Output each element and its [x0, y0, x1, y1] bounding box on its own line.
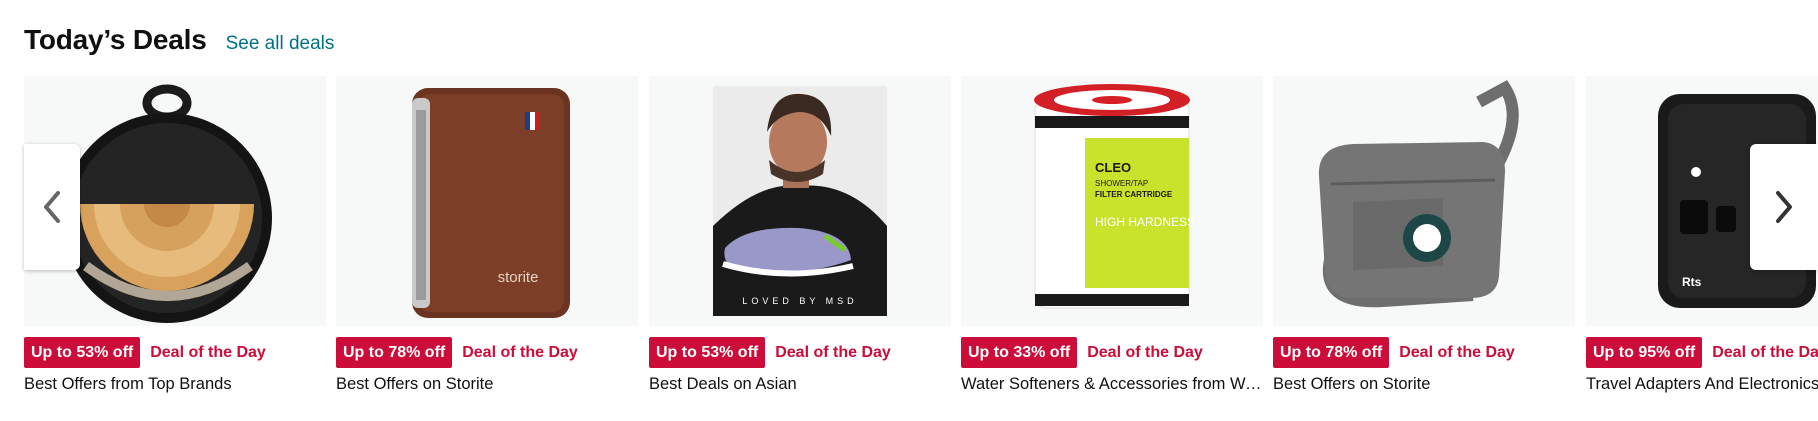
discount-badge: Up to 78% off [1273, 337, 1390, 368]
deal-badges: Up to 53% off Deal of the Day [24, 337, 266, 368]
deal-badges: Up to 33% off Deal of the Day [961, 337, 1203, 368]
filter-label-line: HIGH HARDNESS [1095, 215, 1195, 229]
filter-label-line: SHOWER/TAP [1095, 179, 1148, 188]
adapter-brand-text: Rts [1682, 275, 1702, 289]
discount-badge: Up to 95% off [1586, 337, 1703, 368]
deal-title[interactable]: Best Offers on Storite [1273, 375, 1575, 394]
deal-badges: Up to 78% off Deal of the Day [336, 337, 578, 368]
deal-image-wallet[interactable]: storite [336, 76, 638, 326]
discount-badge: Up to 78% off [336, 337, 453, 368]
deal-of-day-label: Deal of the Day [1712, 343, 1818, 361]
chevron-left-icon [44, 191, 60, 223]
deal-image-shoe-promo[interactable]: LOVED BY MSD [649, 76, 951, 326]
section-header: Today’s Deals See all deals [24, 24, 334, 64]
deal-card[interactable]: LOVED BY MSD Up to 53% off Deal of the D… [649, 76, 951, 393]
section-title: Today’s Deals [24, 24, 207, 55]
deal-card[interactable]: Up to 78% off Deal of the Day Best Offer… [1273, 76, 1575, 393]
deal-badges: Up to 78% off Deal of the Day [1273, 337, 1515, 368]
discount-badge: Up to 33% off [961, 337, 1078, 368]
deal-of-day-label: Deal of the Day [1399, 343, 1515, 361]
deal-title[interactable]: Water Softeners & Accessories from Water… [961, 375, 1263, 394]
deal-badges: Up to 53% off Deal of the Day [649, 337, 891, 368]
deal-of-day-label: Deal of the Day [775, 343, 891, 361]
see-all-deals-link[interactable]: See all deals [226, 33, 335, 55]
deal-card[interactable]: storite Up to 78% off Deal of the Day Be… [336, 76, 638, 393]
chevron-right-icon [1776, 191, 1792, 223]
filter-label-line: CLEO [1095, 160, 1131, 175]
carousel-prev-button[interactable] [24, 144, 80, 270]
filter-label-line: FILTER CARTRIDGE [1095, 190, 1173, 199]
discount-badge: Up to 53% off [649, 337, 766, 368]
carousel-next-button[interactable] [1750, 144, 1818, 270]
deal-badges: Up to 95% off Deal of the Day [1586, 337, 1818, 368]
deal-image-filter-cartridge[interactable]: CLEO SHOWER/TAP FILTER CARTRIDGE HIGH HA… [961, 76, 1263, 326]
deal-title[interactable]: Travel Adapters And Electronics [1586, 375, 1818, 394]
promo-image-text: LOVED BY MSD [742, 296, 857, 306]
deal-title[interactable]: Best Offers from Top Brands [24, 375, 326, 394]
deals-carousel: Up to 53% off Deal of the Day Best Offer… [24, 76, 1818, 421]
deal-of-day-label: Deal of the Day [462, 343, 578, 361]
deal-card[interactable]: CLEO SHOWER/TAP FILTER CARTRIDGE HIGH HA… [961, 76, 1263, 393]
deal-title[interactable]: Best Deals on Asian [649, 375, 951, 394]
discount-badge: Up to 53% off [24, 337, 141, 368]
deal-of-day-label: Deal of the Day [150, 343, 266, 361]
deal-title[interactable]: Best Offers on Storite [336, 375, 638, 394]
deal-image-sling-bag[interactable] [1273, 76, 1575, 326]
wallet-brand-text: storite [498, 269, 539, 286]
deal-of-day-label: Deal of the Day [1087, 343, 1203, 361]
